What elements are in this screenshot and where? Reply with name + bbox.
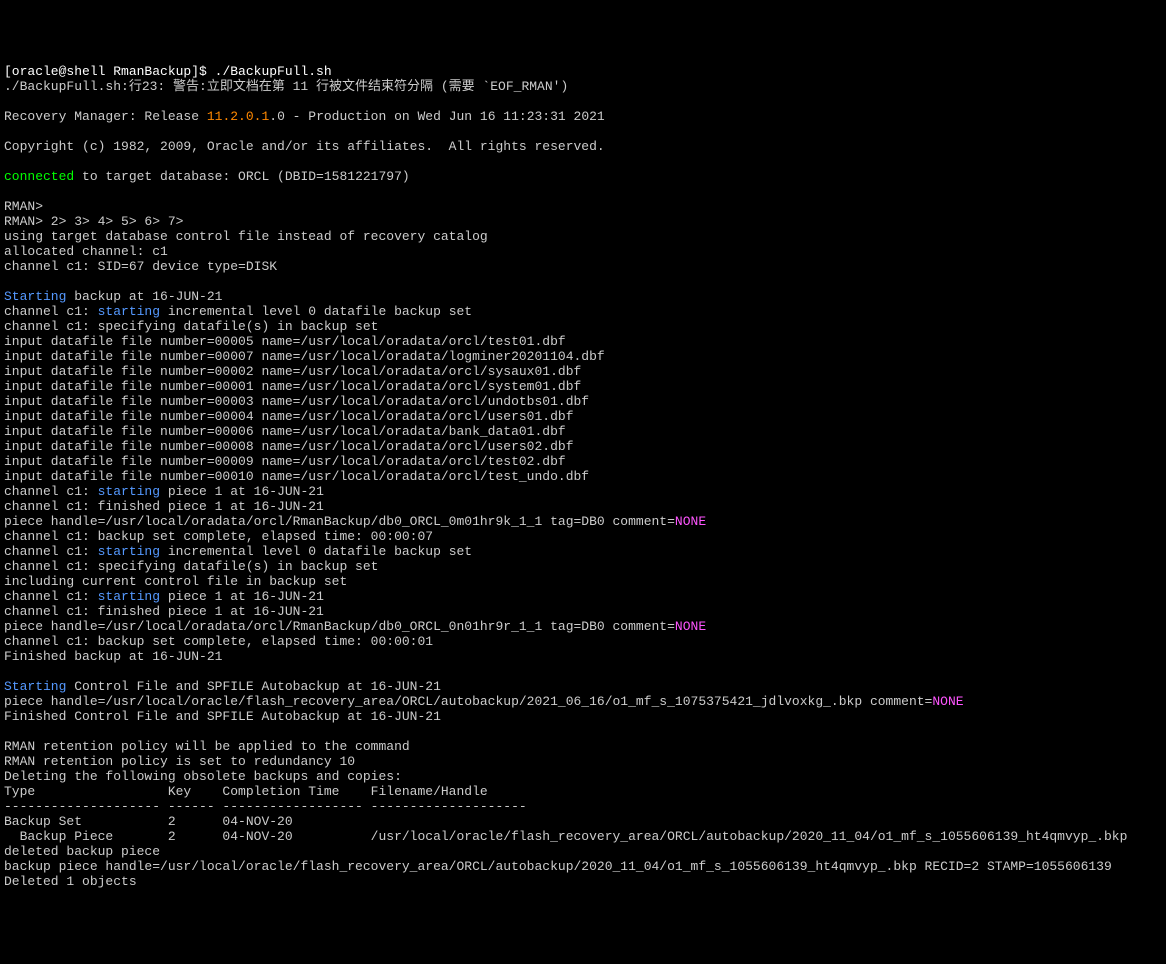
inc0-text: incremental level 0 datafile backup set bbox=[160, 544, 472, 559]
table-header: Type Key Completion Time Filename/Handle bbox=[4, 784, 488, 799]
channel-sid-line: channel c1: SID=67 device type=DISK bbox=[4, 259, 277, 274]
specifying-line: channel c1: specifying datafile(s) in ba… bbox=[4, 559, 378, 574]
backup-piece-handle-line: backup piece handle=/usr/local/oracle/fl… bbox=[4, 859, 1112, 874]
ch-pre: channel c1: bbox=[4, 589, 98, 604]
piece-handle-3: piece handle=/usr/local/oracle/flash_rec… bbox=[4, 694, 932, 709]
starting-word: Starting bbox=[4, 289, 66, 304]
none-word: NONE bbox=[675, 514, 706, 529]
terminal-output[interactable]: [oracle@shell RmanBackup]$ ./BackupFull.… bbox=[4, 64, 1162, 889]
including-ctrl-line: including current control file in backup… bbox=[4, 574, 347, 589]
connected-word: connected bbox=[4, 169, 74, 184]
deleted-objects-line: Deleted 1 objects bbox=[4, 874, 137, 889]
using-line: using target database control file inste… bbox=[4, 229, 488, 244]
finished-backup-line: Finished backup at 16-JUN-21 bbox=[4, 649, 222, 664]
piece-handle-1: piece handle=/usr/local/oradata/orcl/Rma… bbox=[4, 514, 675, 529]
ch-pre: channel c1: bbox=[4, 484, 98, 499]
shell-prompt: [oracle@shell RmanBackup]$ bbox=[4, 64, 215, 79]
starting-word: starting bbox=[98, 589, 160, 604]
ch-pre: channel c1: bbox=[4, 304, 98, 319]
table-row: Backup Piece 2 04-NOV-20 /usr/local/orac… bbox=[4, 829, 1127, 844]
starting-word: Starting bbox=[4, 679, 66, 694]
datafile-line: input datafile file number=00006 name=/u… bbox=[4, 424, 566, 439]
connected-post: to target database: ORCL (DBID=158122179… bbox=[74, 169, 409, 184]
warning-line: ./BackupFull.sh:行23: 警告:立即文档在第 11 行被文件结束… bbox=[4, 79, 568, 94]
datafile-line: input datafile file number=00002 name=/u… bbox=[4, 364, 581, 379]
starting-word: starting bbox=[98, 544, 160, 559]
none-word: NONE bbox=[675, 619, 706, 634]
starting-word: starting bbox=[98, 484, 160, 499]
retention-line-2: RMAN retention policy is set to redundan… bbox=[4, 754, 355, 769]
elapsed-07-line: channel c1: backup set complete, elapsed… bbox=[4, 529, 433, 544]
rm-version: 11.2.0.1 bbox=[207, 109, 269, 124]
table-row: Backup Set 2 04-NOV-20 bbox=[4, 814, 293, 829]
datafile-line: input datafile file number=00010 name=/u… bbox=[4, 469, 589, 484]
piece1-at: piece 1 at 16-JUN-21 bbox=[160, 589, 324, 604]
specifying-line: channel c1: specifying datafile(s) in ba… bbox=[4, 319, 378, 334]
rman-prompt: RMAN> bbox=[4, 199, 43, 214]
finished-piece-line: channel c1: finished piece 1 at 16-JUN-2… bbox=[4, 499, 324, 514]
start-backup-text: backup at 16-JUN-21 bbox=[66, 289, 222, 304]
datafile-line: input datafile file number=00005 name=/u… bbox=[4, 334, 566, 349]
elapsed-01-line: channel c1: backup set complete, elapsed… bbox=[4, 634, 433, 649]
piece1-at: piece 1 at 16-JUN-21 bbox=[160, 484, 324, 499]
none-word: NONE bbox=[932, 694, 963, 709]
command: ./BackupFull.sh bbox=[215, 64, 332, 79]
rm-release-post: .0 - Production on Wed Jun 16 11:23:31 2… bbox=[269, 109, 604, 124]
inc0-text: incremental level 0 datafile backup set bbox=[160, 304, 472, 319]
deleted-bp-line: deleted backup piece bbox=[4, 844, 160, 859]
datafile-line: input datafile file number=00003 name=/u… bbox=[4, 394, 589, 409]
datafile-line: input datafile file number=00007 name=/u… bbox=[4, 349, 605, 364]
start-spfile-text: Control File and SPFILE Autobackup at 16… bbox=[66, 679, 440, 694]
allocated-line: allocated channel: c1 bbox=[4, 244, 168, 259]
finished-piece-line: channel c1: finished piece 1 at 16-JUN-2… bbox=[4, 604, 324, 619]
piece-handle-2: piece handle=/usr/local/oradata/orcl/Rma… bbox=[4, 619, 675, 634]
starting-word: starting bbox=[98, 304, 160, 319]
rman-prompt-multi: RMAN> 2> 3> 4> 5> 6> 7> bbox=[4, 214, 183, 229]
datafile-line: input datafile file number=00009 name=/u… bbox=[4, 454, 566, 469]
rm-release-pre: Recovery Manager: Release bbox=[4, 109, 207, 124]
retention-line-1: RMAN retention policy will be applied to… bbox=[4, 739, 410, 754]
deleting-line: Deleting the following obsolete backups … bbox=[4, 769, 402, 784]
table-separator: -------------------- ------ ------------… bbox=[4, 799, 527, 814]
copyright-line: Copyright (c) 1982, 2009, Oracle and/or … bbox=[4, 139, 605, 154]
ch-pre: channel c1: bbox=[4, 544, 98, 559]
finished-spfile-line: Finished Control File and SPFILE Autobac… bbox=[4, 709, 441, 724]
datafile-line: input datafile file number=00008 name=/u… bbox=[4, 439, 574, 454]
datafile-line: input datafile file number=00004 name=/u… bbox=[4, 409, 574, 424]
datafile-line: input datafile file number=00001 name=/u… bbox=[4, 379, 581, 394]
